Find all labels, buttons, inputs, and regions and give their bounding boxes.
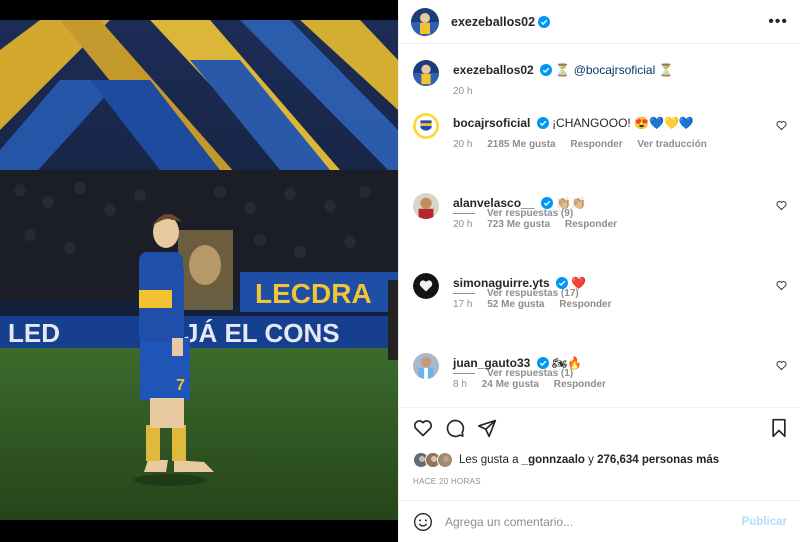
post-actions: Les gusta a _gonnzaalo y 276,634 persona… [399, 407, 800, 486]
comment-reply-button[interactable]: Responder [565, 219, 617, 230]
comment-body: simonaguirre.yts ❤️ 17 h 52 Me gusta Res… [453, 275, 773, 313]
caption-time: 20 h [453, 86, 473, 97]
comment-username[interactable]: bocajrsoficial [453, 116, 530, 130]
comment-meta: 20 h 723 Me gusta Responder [453, 217, 773, 233]
banner-left-text: LED [8, 318, 60, 348]
comment-body: alanvelasco__ 👏🏼👏🏼 20 h 723 Me gusta Res… [453, 195, 773, 233]
post-side-panel: exezeballos02 ••• exezeballos02 ⏳ @bocaj… [398, 0, 800, 542]
banner-right-text: JÁ EL CONS [184, 318, 340, 348]
post-photo[interactable]: LECDRA LED JÁ EL CONS 7 [0, 20, 398, 520]
comment-avatar[interactable] [413, 193, 439, 219]
caption-username[interactable]: exezeballos02 [453, 63, 534, 77]
likes-connector: y [588, 454, 594, 466]
comment-meta: 20 h 2185 Me gusta Responder Ver traducc… [453, 137, 773, 153]
likes-summary: Les gusta a _gonnzaalo y 276,634 persona… [413, 452, 719, 468]
comment-likes[interactable]: 52 Me gusta [487, 299, 544, 310]
comment-text: 🏍🔥 [552, 356, 583, 370]
verified-icon [540, 197, 553, 209]
likes-prefix: Les gusta a [459, 454, 519, 466]
caption-body: exezeballos02 ⏳ @bocajrsoficial ⏳ 20 h [453, 62, 773, 100]
banner-upper-text: LECDRA [255, 278, 372, 309]
caption-emoji-1: ⏳ [555, 63, 571, 77]
comment-username[interactable]: simonaguirre.yts [453, 276, 550, 290]
publish-button[interactable]: Publicar [742, 516, 787, 528]
action-icons-row [399, 408, 800, 448]
comment-likes[interactable]: 24 Me gusta [482, 379, 539, 390]
likes-text: Les gusta a _gonnzaalo y 276,634 persona… [459, 454, 719, 466]
verified-icon [538, 15, 551, 28]
comment-likes[interactable]: 723 Me gusta [487, 219, 550, 230]
share-icon[interactable] [477, 418, 497, 438]
stadium-photo: LECDRA LED JÁ EL CONS 7 [0, 20, 398, 520]
comment-meta: 17 h 52 Me gusta Responder [453, 297, 773, 313]
comment-meta: 8 h 24 Me gusta Responder [453, 377, 773, 393]
like-comment-icon[interactable] [776, 200, 787, 211]
verified-icon [536, 357, 549, 369]
comment-avatar[interactable] [413, 353, 439, 379]
comment-body: juan_gauto33 🏍🔥 8 h 24 Me gusta Responde… [453, 355, 773, 393]
like-post-icon[interactable] [413, 418, 433, 438]
verified-icon [540, 64, 553, 76]
like-comment-icon[interactable] [776, 280, 787, 291]
comment-avatar[interactable] [413, 113, 439, 139]
comment-time: 20 h [453, 139, 473, 150]
post-header: exezeballos02 ••• [399, 0, 800, 44]
caption-meta: 20 h [453, 84, 773, 100]
comment-time: 20 h [453, 219, 473, 230]
comment-body: bocajrsoficial ¡CHANGOOO! 😍💙💛💙 20 h 2185… [453, 115, 773, 153]
comment-reply-button[interactable]: Responder [554, 379, 606, 390]
comment-reply-button[interactable]: Responder [559, 299, 611, 310]
liker-avatar [437, 452, 453, 468]
emoji-picker-icon[interactable] [413, 512, 433, 532]
comment-likes[interactable]: 2185 Me gusta [487, 139, 555, 150]
comment-time: 17 h [453, 299, 473, 310]
comment-text: ❤️ [571, 276, 587, 290]
comment-text: 👏🏼👏🏼 [556, 196, 586, 210]
author-username[interactable]: exezeballos02 [451, 15, 535, 29]
author-avatar[interactable] [411, 7, 439, 36]
comment-input[interactable] [445, 514, 742, 529]
more-options-icon[interactable]: ••• [768, 13, 788, 31]
save-bookmark-icon[interactable] [769, 418, 789, 438]
comment-reply-button[interactable]: Responder [570, 139, 622, 150]
comment-composer: Publicar [399, 500, 800, 542]
post-photo-panel: LECDRA LED JÁ EL CONS 7 [0, 0, 398, 542]
likes-first-user[interactable]: _gonnzaalo [522, 454, 585, 466]
comments-list: exezeballos02 ⏳ @bocajrsoficial ⏳ 20 h b… [399, 45, 800, 407]
like-comment-icon[interactable] [776, 120, 787, 131]
verified-icon [536, 117, 549, 129]
comment-time: 8 h [453, 379, 467, 390]
comment-username[interactable]: alanvelasco__ [453, 196, 534, 210]
caption-avatar[interactable] [413, 60, 439, 86]
post-timestamp[interactable]: HACE 20 HORAS [413, 477, 481, 486]
comment-username[interactable]: juan_gauto33 [453, 356, 530, 370]
like-comment-icon[interactable] [776, 360, 787, 371]
jersey-number: 7 [176, 377, 185, 394]
comment-text: ¡CHANGOOO! 😍💙💛💙 [552, 116, 694, 130]
translate-button[interactable]: Ver traducción [637, 139, 706, 150]
likes-count-link[interactable]: 276,634 personas más [597, 454, 719, 466]
verified-icon [556, 277, 569, 289]
comment-icon[interactable] [445, 418, 465, 438]
comment-avatar[interactable] [413, 273, 439, 299]
caption-emoji-2: ⏳ [658, 63, 674, 77]
caption-mention-link[interactable]: @bocajrsoficial [574, 63, 656, 77]
